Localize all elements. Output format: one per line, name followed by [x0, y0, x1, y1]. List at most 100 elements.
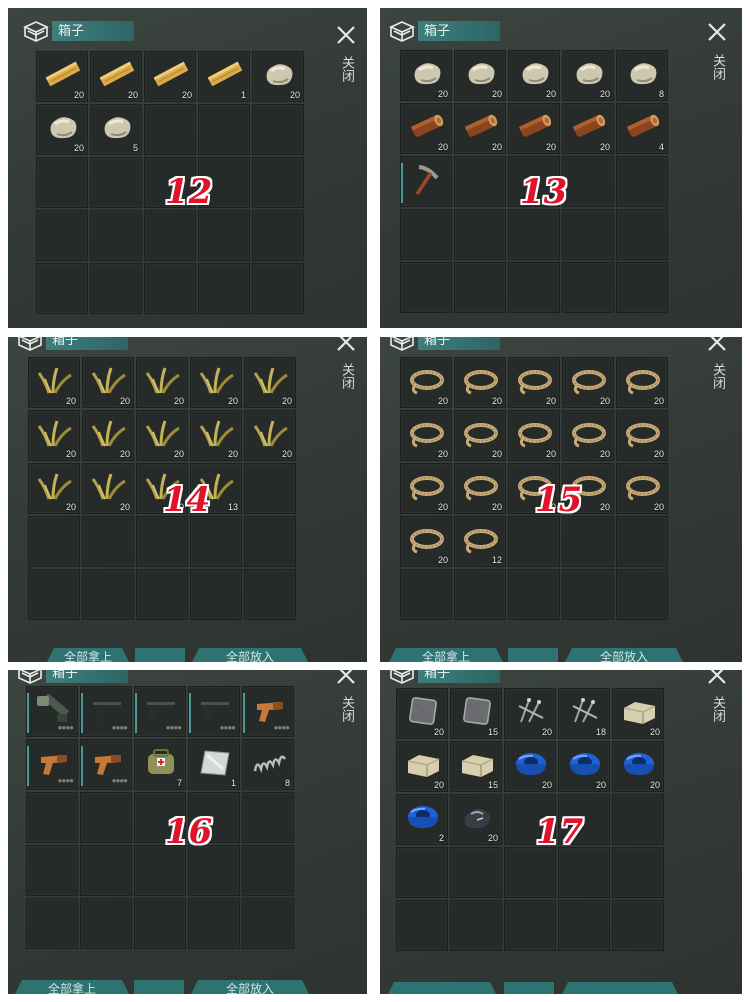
inventory-slot[interactable]: 20: [136, 357, 188, 408]
inventory-slot[interactable]: 20: [504, 688, 556, 739]
inventory-slot[interactable]: [396, 847, 448, 898]
inventory-slot[interactable]: 20: [562, 410, 614, 461]
inventory-slot[interactable]: [558, 900, 610, 951]
inventory-slot[interactable]: [82, 516, 134, 567]
inventory-slot[interactable]: 20: [454, 410, 506, 461]
close-icon[interactable]: [335, 337, 357, 353]
inventory-slot[interactable]: 8: [616, 50, 668, 101]
inventory-slot[interactable]: [616, 569, 668, 620]
take-all-button[interactable]: [386, 982, 498, 994]
inventory-slot[interactable]: [616, 262, 668, 313]
inventory-slot[interactable]: 20: [616, 410, 668, 461]
close-icon[interactable]: [335, 24, 357, 46]
inventory-slot[interactable]: [504, 900, 556, 951]
inventory-slot[interactable]: [400, 569, 452, 620]
inventory-slot[interactable]: [136, 516, 188, 567]
inventory-slot[interactable]: [190, 569, 242, 620]
sort-button[interactable]: [504, 982, 554, 994]
sort-button[interactable]: [508, 648, 558, 662]
put-all-button[interactable]: [560, 982, 680, 994]
inventory-slot[interactable]: ●●●●: [242, 686, 294, 737]
close-label[interactable]: 关闭: [340, 56, 355, 82]
inventory-slot[interactable]: 20: [400, 516, 452, 567]
inventory-slot[interactable]: 20: [28, 463, 80, 514]
inventory-slot[interactable]: 20: [36, 104, 88, 155]
inventory-slot[interactable]: 20: [562, 103, 614, 154]
inventory-slot[interactable]: [26, 845, 78, 896]
inventory-slot[interactable]: [90, 157, 142, 208]
inventory-slot[interactable]: 20: [82, 357, 134, 408]
inventory-slot[interactable]: ●●●●: [80, 686, 132, 737]
inventory-slot[interactable]: [400, 156, 452, 207]
inventory-slot[interactable]: [36, 210, 88, 261]
inventory-slot[interactable]: 15: [450, 741, 502, 792]
inventory-slot[interactable]: 20: [504, 741, 556, 792]
inventory-slot[interactable]: 12: [454, 516, 506, 567]
inventory-slot[interactable]: [558, 847, 610, 898]
inventory-slot[interactable]: ●●●●: [26, 686, 78, 737]
inventory-slot[interactable]: [504, 847, 556, 898]
put-all-button[interactable]: 全部放入: [190, 980, 310, 994]
inventory-slot[interactable]: 20: [616, 463, 668, 514]
inventory-slot[interactable]: [252, 157, 304, 208]
inventory-slot[interactable]: [242, 845, 294, 896]
close-icon[interactable]: [706, 337, 728, 353]
inventory-slot[interactable]: 20: [400, 50, 452, 101]
inventory-slot[interactable]: 20: [450, 794, 502, 845]
inventory-slot[interactable]: 20: [82, 463, 134, 514]
inventory-slot[interactable]: 20: [400, 357, 452, 408]
inventory-slot[interactable]: [562, 262, 614, 313]
inventory-slot[interactable]: 20: [508, 410, 560, 461]
inventory-slot[interactable]: 20: [508, 357, 560, 408]
inventory-slot[interactable]: [80, 845, 132, 896]
inventory-slot[interactable]: 20: [144, 51, 196, 102]
inventory-slot[interactable]: 20: [454, 357, 506, 408]
inventory-slot[interactable]: 20: [396, 688, 448, 739]
inventory-slot[interactable]: [90, 210, 142, 261]
inventory-slot[interactable]: 20: [28, 410, 80, 461]
inventory-slot[interactable]: 20: [136, 410, 188, 461]
inventory-slot[interactable]: [188, 898, 240, 949]
inventory-slot[interactable]: [454, 569, 506, 620]
put-all-button[interactable]: 全部放入: [564, 648, 684, 662]
inventory-slot[interactable]: 20: [244, 410, 296, 461]
inventory-slot[interactable]: [562, 516, 614, 567]
inventory-slot[interactable]: [562, 209, 614, 260]
inventory-slot[interactable]: [612, 794, 664, 845]
inventory-slot[interactable]: [144, 210, 196, 261]
inventory-slot[interactable]: 1: [198, 51, 250, 102]
inventory-slot[interactable]: [616, 516, 668, 567]
inventory-slot[interactable]: [252, 104, 304, 155]
close-label[interactable]: 关闭: [340, 696, 355, 722]
inventory-slot[interactable]: [144, 263, 196, 314]
inventory-slot[interactable]: [508, 209, 560, 260]
inventory-slot[interactable]: 20: [190, 410, 242, 461]
inventory-slot[interactable]: [242, 898, 294, 949]
inventory-slot[interactable]: ●●●●: [26, 739, 78, 790]
inventory-slot[interactable]: [562, 569, 614, 620]
take-all-button[interactable]: 全部拿上: [388, 648, 504, 662]
close-icon[interactable]: [706, 670, 728, 686]
inventory-slot[interactable]: [188, 845, 240, 896]
inventory-slot[interactable]: [80, 792, 132, 843]
inventory-slot[interactable]: [28, 516, 80, 567]
inventory-slot[interactable]: [400, 209, 452, 260]
inventory-slot[interactable]: [508, 262, 560, 313]
inventory-slot[interactable]: [616, 156, 668, 207]
inventory-slot[interactable]: [134, 898, 186, 949]
inventory-slot[interactable]: [396, 900, 448, 951]
inventory-slot[interactable]: [612, 900, 664, 951]
inventory-slot[interactable]: 20: [508, 50, 560, 101]
close-label[interactable]: 关闭: [340, 363, 355, 389]
inventory-slot[interactable]: 20: [612, 741, 664, 792]
inventory-slot[interactable]: 20: [82, 410, 134, 461]
inventory-slot[interactable]: [244, 516, 296, 567]
inventory-slot[interactable]: 20: [244, 357, 296, 408]
inventory-slot[interactable]: [400, 262, 452, 313]
inventory-slot[interactable]: [616, 209, 668, 260]
close-label[interactable]: 关闭: [711, 696, 726, 722]
inventory-slot[interactable]: [198, 263, 250, 314]
inventory-slot[interactable]: [244, 463, 296, 514]
inventory-slot[interactable]: [252, 210, 304, 261]
inventory-slot[interactable]: [454, 262, 506, 313]
